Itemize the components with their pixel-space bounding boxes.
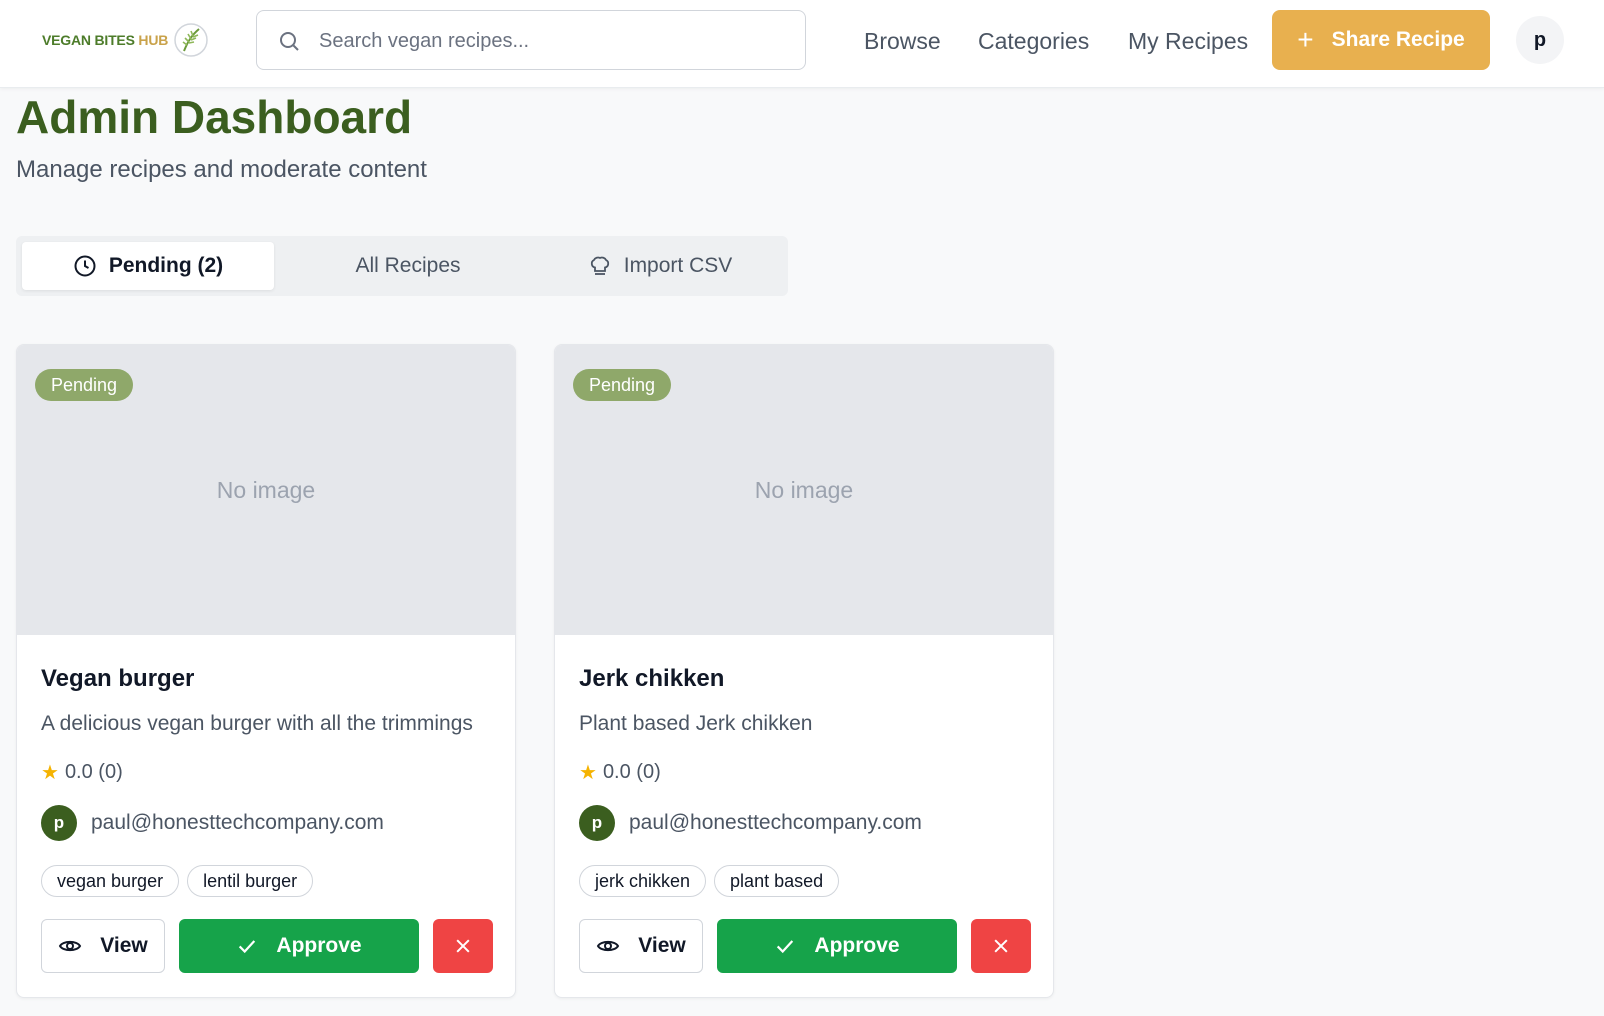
share-recipe-button[interactable]: + Share Recipe — [1272, 10, 1490, 70]
recipe-rating: ★ 0.0 (0) — [41, 760, 123, 785]
approve-label: Approve — [276, 934, 362, 957]
approve-button[interactable]: Approve — [717, 919, 957, 973]
tag-chip: plant based — [714, 865, 840, 897]
logo[interactable]: VEGAN BITES HUB — [42, 20, 210, 60]
recipe-title: Jerk chikken — [579, 665, 725, 692]
tab-all-recipes[interactable]: All Recipes — [282, 242, 534, 290]
eye-icon — [597, 940, 620, 952]
recipe-description: Plant based Jerk chikken — [579, 712, 813, 735]
view-button[interactable]: View — [579, 919, 703, 973]
author-email: paul@honesttechcompany.com — [629, 811, 922, 834]
star-icon: ★ — [579, 762, 597, 784]
view-label: View — [638, 934, 686, 957]
logo-text: VEGAN BITES HUB — [42, 32, 169, 48]
page-title: Admin Dashboard — [16, 91, 413, 143]
close-icon — [456, 939, 470, 953]
eye-icon — [59, 940, 82, 952]
search-icon — [280, 32, 299, 51]
tab-import-csv-label: Import CSV — [623, 254, 733, 277]
check-icon — [239, 940, 256, 954]
recipe-tags: vegan burger lentil burger — [41, 865, 314, 897]
recipe-card: No image Pending Vegan burger A deliciou… — [16, 344, 516, 998]
leaf-logo-icon — [174, 23, 208, 57]
tag-chip: lentil burger — [187, 865, 314, 897]
tab-import-csv[interactable]: Import CSV — [534, 242, 786, 290]
nav-my-recipes[interactable]: My Recipes — [1128, 24, 1248, 58]
top-navbar: VEGAN BITES HUB Browse Categories My Rec… — [0, 0, 1604, 88]
approve-button[interactable]: Approve — [179, 919, 419, 973]
search-bar[interactable] — [256, 10, 806, 70]
plus-icon: + — [1297, 24, 1314, 55]
recipe-author: p paul@honesttechcompany.com — [579, 805, 922, 841]
nav-browse[interactable]: Browse — [864, 24, 941, 58]
page-subtitle: Manage recipes and moderate content — [16, 156, 427, 183]
user-avatar-button[interactable]: p — [1516, 16, 1564, 64]
view-label: View — [100, 934, 148, 957]
search-input[interactable] — [319, 25, 789, 57]
tab-pending-label: Pending (2) — [108, 254, 224, 277]
no-image-text: No image — [754, 476, 854, 503]
tag-chip: jerk chikken — [579, 865, 707, 897]
nav-categories[interactable]: Categories — [978, 24, 1089, 58]
check-icon — [777, 940, 794, 954]
approve-label: Approve — [814, 934, 900, 957]
recipe-card: No image Pending Jerk chikken Plant base… — [554, 344, 1054, 998]
share-recipe-label: Share Recipe — [1331, 28, 1465, 51]
author-avatar: p — [41, 805, 77, 841]
recipe-author: p paul@honesttechcompany.com — [41, 805, 384, 841]
admin-tabs: Pending (2) All Recipes Import CSV — [16, 236, 788, 296]
author-email: paul@honesttechcompany.com — [91, 811, 384, 834]
status-badge: Pending — [573, 369, 672, 401]
clock-icon — [74, 255, 96, 277]
recipe-rating: ★ 0.0 (0) — [579, 760, 661, 785]
reject-button[interactable] — [433, 919, 493, 973]
chef-hat-icon — [590, 256, 609, 275]
tag-chip: vegan burger — [41, 865, 180, 897]
recipe-tags: jerk chikken plant based — [579, 865, 840, 897]
tab-all-recipes-label: All Recipes — [355, 254, 461, 277]
recipe-title: Vegan burger — [41, 665, 195, 692]
status-badge: Pending — [35, 369, 134, 401]
recipe-description: A delicious vegan burger with all the tr… — [41, 712, 473, 735]
star-icon: ★ — [41, 762, 59, 784]
close-icon — [994, 939, 1008, 953]
view-button[interactable]: View — [41, 919, 165, 973]
author-avatar: p — [579, 805, 615, 841]
tab-pending[interactable]: Pending (2) — [22, 242, 274, 290]
rating-value: 0.0 (0) — [64, 761, 123, 783]
reject-button[interactable] — [971, 919, 1031, 973]
rating-value: 0.0 (0) — [602, 761, 661, 783]
no-image-text: No image — [216, 476, 316, 503]
